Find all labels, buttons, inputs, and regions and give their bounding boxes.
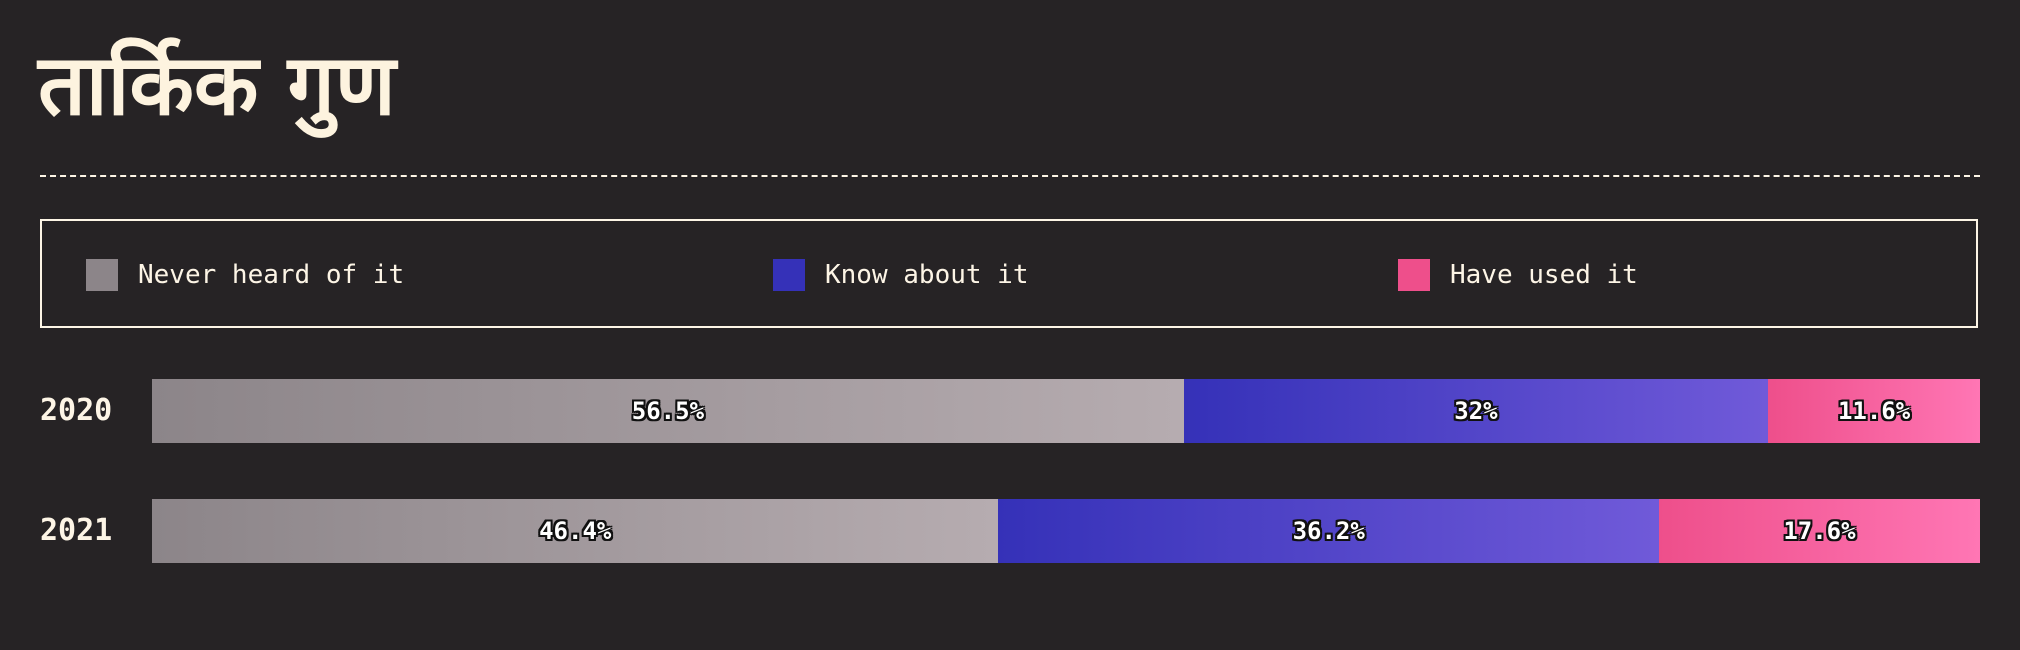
chart-legend: Never heard of it Know about it Have use… xyxy=(40,219,1978,328)
bar-segment-never-heard-2021: 46.4% xyxy=(152,499,999,563)
bar-segment-never-heard-2020: 56.5% xyxy=(152,379,1184,443)
row-label-2020: 2020 xyxy=(40,393,113,428)
bar-2021: 46.4% 36.2% 17.6% xyxy=(152,499,1980,563)
legend-label-never-heard: Never heard of it xyxy=(138,260,405,290)
bar-segment-have-used-2021: 17.6% xyxy=(1658,499,1980,563)
data-label-have-used-2021: 17.6% xyxy=(1783,517,1856,545)
bar-2020: 56.5% 32% 11.6% xyxy=(152,379,1980,443)
legend-swatch-never-heard xyxy=(86,259,118,291)
legend-swatch-have-used xyxy=(1398,259,1430,291)
legend-label-know-about: Know about it xyxy=(825,260,1029,290)
legend-item-know-about[interactable]: Know about it xyxy=(773,259,1029,291)
bar-segment-know-about-2021: 36.2% xyxy=(998,499,1659,563)
bar-segment-know-about-2020: 32% xyxy=(1183,379,1769,443)
data-label-never-heard-2021: 46.4% xyxy=(539,517,612,545)
legend-item-never-heard[interactable]: Never heard of it xyxy=(86,259,404,291)
data-label-know-about-2020: 32% xyxy=(1454,397,1498,425)
chart-title: तार्किक गुण xyxy=(38,36,396,134)
data-label-have-used-2020: 11.6% xyxy=(1837,397,1911,425)
data-label-know-about-2021: 36.2% xyxy=(1292,517,1365,545)
row-label-2021: 2021 xyxy=(40,513,113,548)
bar-segment-have-used-2020: 11.6% xyxy=(1768,379,1980,443)
legend-label-have-used: Have used it xyxy=(1450,260,1638,290)
title-divider xyxy=(40,175,1980,177)
legend-swatch-know-about xyxy=(773,259,805,291)
data-label-never-heard-2020: 56.5% xyxy=(631,397,705,425)
legend-item-have-used[interactable]: Have used it xyxy=(1398,259,1638,291)
